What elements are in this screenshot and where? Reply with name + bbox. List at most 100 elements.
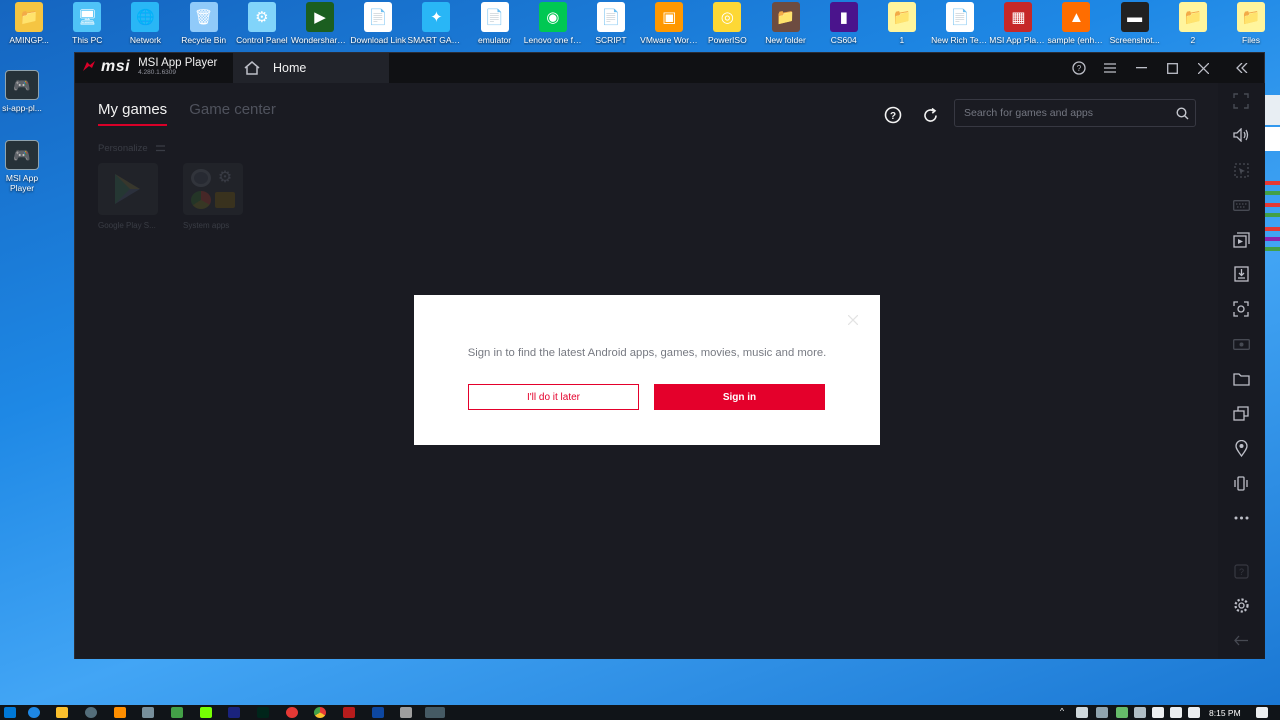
tray-app-icon[interactable] — [1076, 707, 1088, 718]
photoshop-icon[interactable] — [372, 707, 384, 718]
desktop-icon-label: 1 — [899, 35, 905, 45]
wifi-icon[interactable] — [1170, 707, 1182, 718]
edge-icon[interactable] — [28, 707, 40, 718]
desktop-icon[interactable]: ⚙ Control Panel — [233, 0, 291, 52]
robohelp-icon[interactable] — [343, 707, 355, 718]
desktop-icon-label: VMware Workstati... — [640, 35, 699, 45]
desktop-icon-label: sample (enhanced) — [1047, 35, 1105, 45]
settings-taskbar-icon[interactable] — [85, 707, 97, 718]
desktop-icon-label: Control Panel — [236, 35, 288, 45]
desktop-icon[interactable]: 📄 SCRIPT — [582, 0, 640, 52]
desktop-shortcut-icon: 📄 — [480, 2, 509, 32]
file-explorer-icon[interactable] — [56, 707, 68, 718]
desktop-icon[interactable]: ▬ Screenshot... — [1106, 0, 1164, 52]
desktop-icon[interactable]: 📁 New folder — [756, 0, 814, 52]
desktop-icon[interactable]: ◎ PowerISO — [698, 0, 756, 52]
battery-icon[interactable] — [1152, 707, 1164, 718]
desktop-icon-label: This PC — [72, 35, 103, 45]
desktop-shortcut-icon: ✦ — [422, 2, 451, 32]
desktop-icon[interactable]: 📄 Download Link — [349, 0, 407, 52]
desktop-icon-label: AMINGP... — [9, 35, 49, 45]
desktop-icon[interactable]: ▶ Wondershare Filmora12 — [291, 0, 349, 52]
desktop-icon-label: Screenshot... — [1109, 35, 1160, 45]
desktop-icon[interactable]: 📄 New Rich Text Doc... — [931, 0, 989, 52]
plane-icon[interactable] — [400, 707, 412, 718]
do-it-later-button[interactable]: I'll do it later — [468, 384, 639, 410]
desktop-icon-label: MSI App Player — [5, 173, 39, 193]
desktop-icon-label: Wondershare Filmora12 — [291, 35, 350, 45]
desktop-icon[interactable]: 📁 2 — [1164, 0, 1222, 52]
audition-icon[interactable] — [257, 707, 269, 718]
pen-tool-icon[interactable] — [142, 707, 154, 718]
desktop-shortcut-icon: 📁 — [1178, 2, 1207, 32]
desktop-icon-label: Download Link — [350, 35, 407, 45]
desktop-icon-label: Network — [129, 35, 162, 45]
desktop-icon-msi-app-player-shortcut[interactable]: 🎮 si-app-pl... — [0, 70, 44, 113]
desktop-icon-msi-app-player[interactable]: 🎮 MSI App Player — [0, 140, 44, 193]
tray-app-icon[interactable] — [1116, 707, 1128, 718]
desktop-shortcut-icon: ⚙ — [247, 2, 276, 32]
desktop-shortcut-icon: 📁 — [1237, 2, 1266, 32]
tray-app-icon[interactable] — [1134, 707, 1146, 718]
dialog-close-button[interactable] — [846, 313, 860, 327]
notification-icon[interactable] — [1256, 707, 1268, 718]
desktop-icon[interactable]: ◉ Lenovo one fusion ap... — [524, 0, 582, 52]
desktop-icon[interactable]: ▣ VMware Workstati... — [640, 0, 698, 52]
desktop-icon-label: Files — [1242, 35, 1260, 45]
desktop-shortcut-icon: ▦ — [1004, 2, 1033, 32]
desktop-shortcut-icon: ▲ — [1062, 2, 1091, 32]
desktop-icon[interactable]: ▦ MSI App Player 5.12... — [989, 0, 1047, 52]
desktop-icon-label: emulator — [478, 35, 512, 45]
taskbar-clock[interactable]: 8:15 PM — [1209, 708, 1241, 718]
sign-in-button[interactable]: Sign in — [654, 384, 825, 410]
msi-taskbar-icon[interactable] — [425, 707, 445, 718]
desktop-shortcut-icon: ▬ — [1120, 2, 1149, 32]
desktop-shortcut-icon: ▣ — [655, 2, 684, 32]
sign-in-dialog: Sign in to find the latest Android apps,… — [414, 295, 880, 445]
chrome-taskbar-icon[interactable] — [314, 707, 326, 718]
background-window-edge — [1265, 95, 1280, 251]
desktop-icon-label: si-app-pl... — [2, 103, 42, 113]
desktop-icon[interactable]: 🖥 This PC — [58, 0, 116, 52]
desktop-icon-label: Lenovo one fusion ap... — [523, 35, 582, 45]
tray-app-icon[interactable] — [1096, 707, 1108, 718]
desktop-shortcut-icon: ▶ — [306, 2, 335, 32]
desktop-icon-label: New folder — [765, 35, 806, 45]
desktop-icon[interactable]: 🌐 Network — [116, 0, 174, 52]
filmora-taskbar-icon[interactable] — [200, 707, 212, 718]
desktop-shortcut-icon: 🗑 — [189, 2, 218, 32]
desktop-shortcut-icon: 📁 — [887, 2, 916, 32]
premiere-icon[interactable] — [228, 707, 240, 718]
record-taskbar-icon[interactable] — [286, 707, 298, 718]
dialog-message: Sign in to find the latest Android apps,… — [467, 347, 827, 359]
desktop-shortcut-icon: 📁 — [771, 2, 800, 32]
desktop-icon-label: MSI App Player 5.12... — [989, 35, 1048, 45]
desktop-icon-label: New Rich Text Doc... — [931, 35, 989, 45]
desktop-shortcut-icon: 📁 — [15, 2, 44, 32]
app-taskbar-icon[interactable] — [171, 707, 183, 718]
speaker-icon[interactable] — [1188, 707, 1200, 718]
desktop-icon[interactable]: 📁 Files — [1222, 0, 1280, 52]
windows-start-icon[interactable] — [4, 707, 16, 718]
desktop-shortcut-icon: 🌐 — [131, 2, 160, 32]
vlc-taskbar-icon[interactable] — [114, 707, 126, 718]
desktop-shortcut-icon: ▮ — [829, 2, 858, 32]
desktop-icon[interactable]: 📄 emulator — [466, 0, 524, 52]
desktop-shortcut-icon: 🖥 — [73, 2, 102, 32]
desktop-icon[interactable]: 📁 1 — [873, 0, 931, 52]
close-icon — [847, 314, 859, 326]
desktop-icon-label: CS604 — [830, 35, 857, 45]
desktop-shortcut-icon: ◎ — [713, 2, 742, 32]
desktop-icon[interactable]: 🗑 Recycle Bin — [175, 0, 233, 52]
desktop-icon[interactable]: ▮ CS604 — [815, 0, 873, 52]
desktop-icon-label: SMART GAGA LITE — [407, 35, 465, 45]
desktop-icon-label: SCRIPT — [595, 35, 627, 45]
tray-chevron-icon[interactable]: ^ — [1060, 706, 1064, 716]
desktop-icon[interactable]: 📁 AMINGP... — [0, 0, 58, 52]
desktop-icon[interactable]: ✦ SMART GAGA LITE — [407, 0, 465, 52]
gamepad-icon: 🎮 — [5, 140, 39, 170]
desktop-icon[interactable]: ▲ sample (enhanced) — [1047, 0, 1105, 52]
desktop-shortcut-icon: 📄 — [364, 2, 393, 32]
desktop-shortcut-icon: 📄 — [946, 2, 975, 32]
taskbar: ^ 8:15 PM — [0, 705, 1280, 720]
